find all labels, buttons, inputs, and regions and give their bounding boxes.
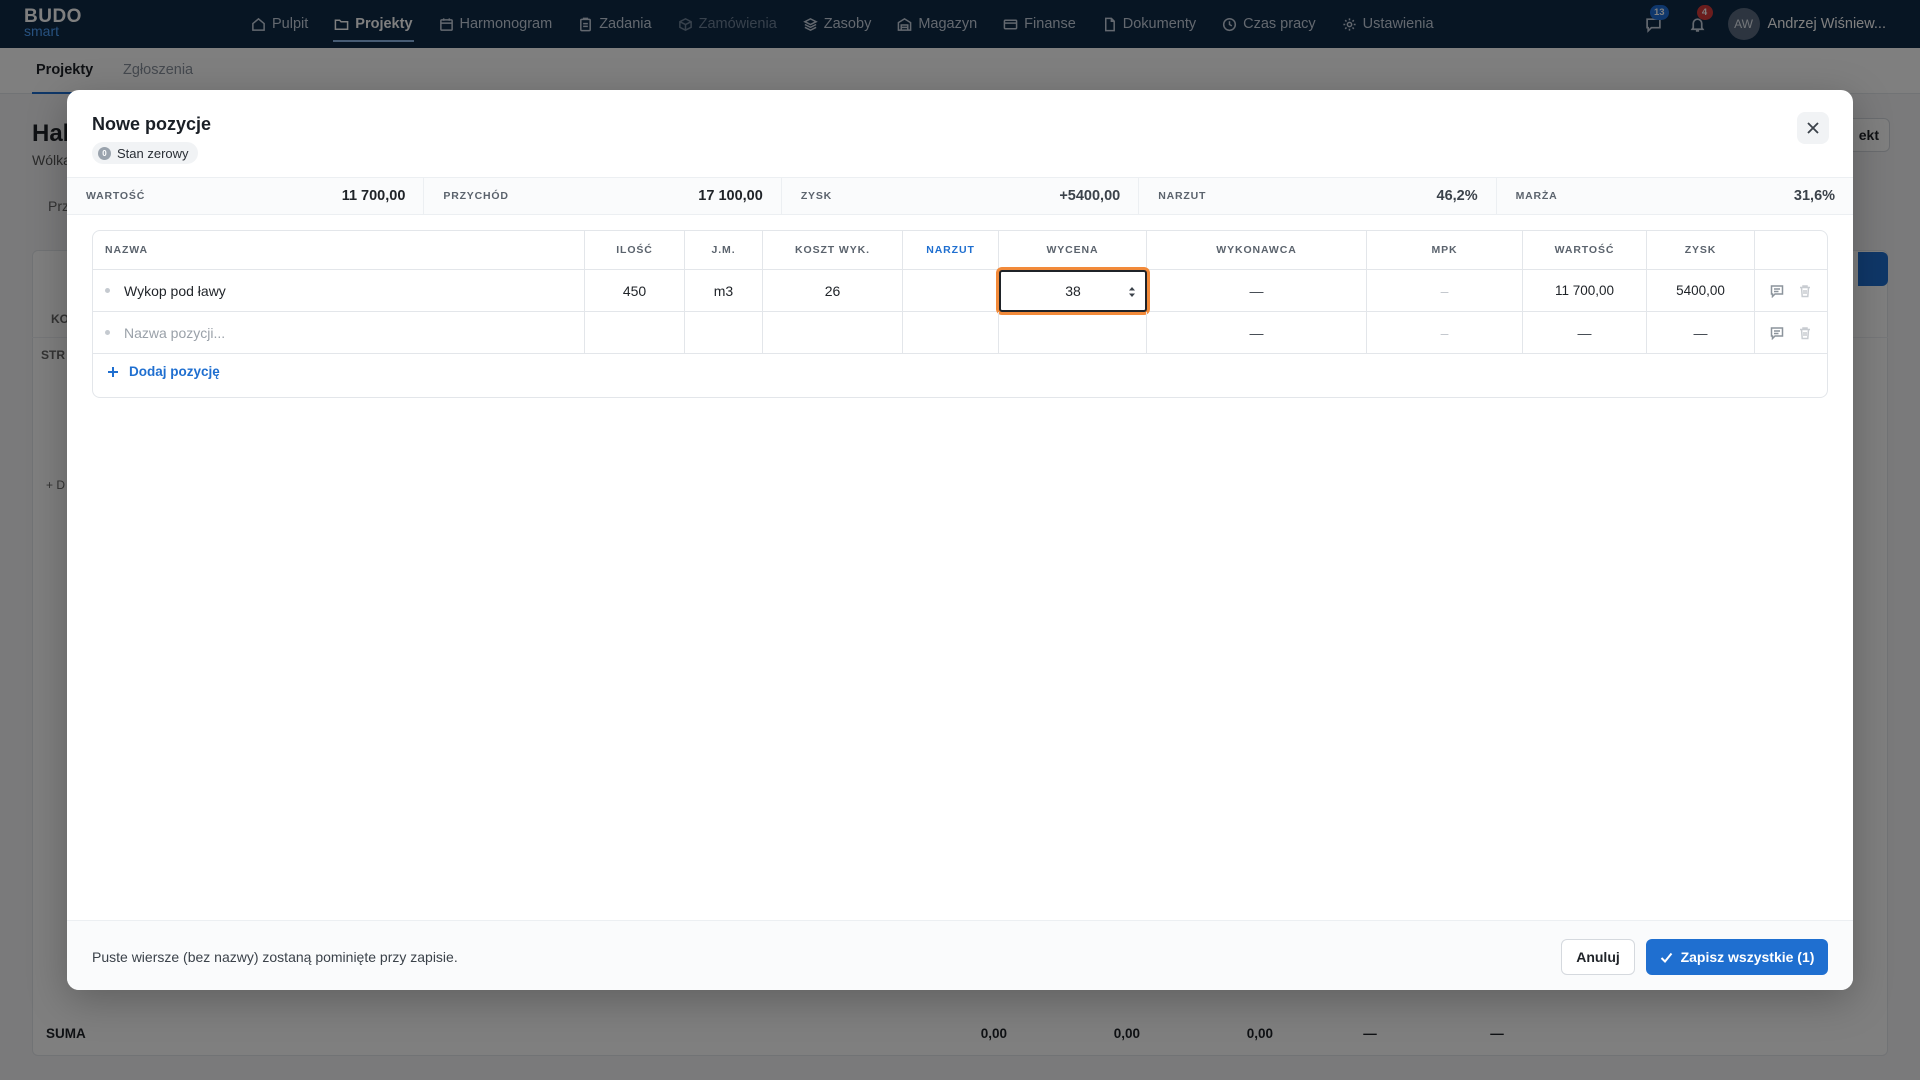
row-profit: — (1647, 312, 1755, 353)
new-items-modal: Nowe pozycje 0 Stan zerowy WARTOŚĆ 11 70… (67, 90, 1853, 990)
column-header-mpk: MPK (1367, 231, 1523, 269)
column-header-koszt: KOSZT WYK. (763, 231, 903, 269)
add-item-button[interactable]: Dodaj pozycję (107, 364, 220, 379)
summary-key: MARŻA (1515, 190, 1558, 202)
cost-input[interactable]: 26 (763, 270, 903, 311)
summary-value: 46,2% (1436, 188, 1478, 204)
column-header-jm: J.M. (685, 231, 763, 269)
table-row: Nazwa pozycji... — – — — (93, 312, 1827, 354)
summary-key: NARZUT (1158, 190, 1207, 202)
mpk-select[interactable]: – (1367, 270, 1523, 311)
row-actions (1755, 270, 1827, 311)
modal-title: Nowe pozycje (92, 114, 212, 134)
column-header-ilosc: ILOŚĆ (585, 231, 685, 269)
cost-input[interactable] (763, 312, 903, 353)
column-header-wartosc: WARTOŚĆ (1523, 231, 1647, 269)
price-value: 38 (1065, 283, 1081, 299)
summary-key: ZYSK (800, 190, 833, 202)
summary-bar: WARTOŚĆ 11 700,00 PRZYCHÓD 17 100,00 ZYS… (67, 177, 1853, 215)
unit-input[interactable]: m3 (685, 270, 763, 311)
column-header-zysk: ZYSK (1647, 231, 1755, 269)
column-header-wykonawca: WYKONAWCA (1147, 231, 1367, 269)
row-value: — (1523, 312, 1647, 353)
summary-key: WARTOŚĆ (86, 190, 146, 202)
row-profit: 5400,00 (1647, 270, 1755, 311)
comment-icon[interactable] (1770, 284, 1784, 298)
summary-wartosc: WARTOŚĆ 11 700,00 (67, 178, 425, 214)
items-table: NAZWA ILOŚĆ J.M. KOSZT WYK. NARZUT WYCEN… (92, 230, 1828, 398)
close-button[interactable] (1797, 112, 1829, 144)
summary-narzut: NARZUT 46,2% (1139, 178, 1497, 214)
save-all-button[interactable]: Zapisz wszystkie (1) (1646, 939, 1828, 975)
stage-tag-label: Stan zerowy (117, 145, 189, 161)
stage-tag: 0 Stan zerowy (92, 142, 198, 164)
price-input[interactable]: 38 (999, 270, 1147, 312)
comment-icon[interactable] (1770, 326, 1784, 340)
item-name: Wykop pod ławy (124, 282, 226, 299)
save-all-label: Zapisz wszystkie (1) (1680, 949, 1815, 965)
contractor-select[interactable]: — (1147, 270, 1367, 311)
summary-przychod: PRZYCHÓD 17 100,00 (424, 178, 782, 214)
summary-zysk: ZYSK +5400,00 (782, 178, 1140, 214)
modal-footer: Puste wiersze (bez nazwy) zostaną pomini… (67, 920, 1853, 990)
row-actions (1755, 312, 1827, 353)
markup-input[interactable] (903, 270, 999, 311)
quantity-input[interactable] (585, 312, 685, 353)
trash-icon[interactable] (1798, 284, 1812, 298)
summary-value: 31,6% (1793, 188, 1836, 204)
cancel-button[interactable]: Anuluj (1561, 939, 1635, 975)
plus-icon (108, 366, 118, 377)
column-header-nazwa: NAZWA (93, 231, 585, 269)
table-row: Wykop pod ławy 450 m3 26 38 — – 11 700,0… (93, 270, 1827, 312)
contractor-select[interactable]: — (1147, 312, 1367, 353)
summary-value: +5400,00 (1059, 188, 1121, 204)
row-bullet-icon (105, 330, 110, 335)
name-cell[interactable]: Wykop pod ławy (93, 270, 585, 311)
price-input[interactable] (999, 312, 1147, 353)
check-icon (1660, 952, 1672, 963)
add-item-label: Dodaj pozycję (129, 364, 220, 379)
table-header-row: NAZWA ILOŚĆ J.M. KOSZT WYK. NARZUT WYCEN… (93, 231, 1827, 270)
close-icon (1807, 122, 1819, 134)
summary-key: PRZYCHÓD (443, 190, 509, 202)
name-cell[interactable]: Nazwa pozycji... (93, 312, 585, 353)
mpk-select[interactable]: – (1367, 312, 1523, 353)
price-cell: 38 (999, 270, 1147, 312)
markup-input[interactable] (903, 312, 999, 353)
summary-marza: MARŻA 31,6% (1497, 178, 1853, 214)
row-bullet-icon (105, 288, 110, 293)
column-header-actions (1755, 231, 1827, 269)
column-header-wycena: WYCENA (999, 231, 1147, 269)
spinner-icon[interactable] (1128, 285, 1136, 299)
summary-value: 11 700,00 (341, 188, 406, 204)
quantity-input[interactable]: 450 (585, 270, 685, 311)
unit-input[interactable] (685, 312, 763, 353)
stage-dot-icon: 0 (98, 146, 111, 160)
item-name-placeholder: Nazwa pozycji... (124, 324, 226, 341)
trash-icon[interactable] (1798, 326, 1812, 340)
summary-value: 17 100,00 (698, 188, 763, 204)
column-header-narzut[interactable]: NARZUT (903, 231, 999, 269)
footer-note: Puste wiersze (bez nazwy) zostaną pomini… (92, 949, 458, 965)
row-value: 11 700,00 (1523, 270, 1647, 311)
